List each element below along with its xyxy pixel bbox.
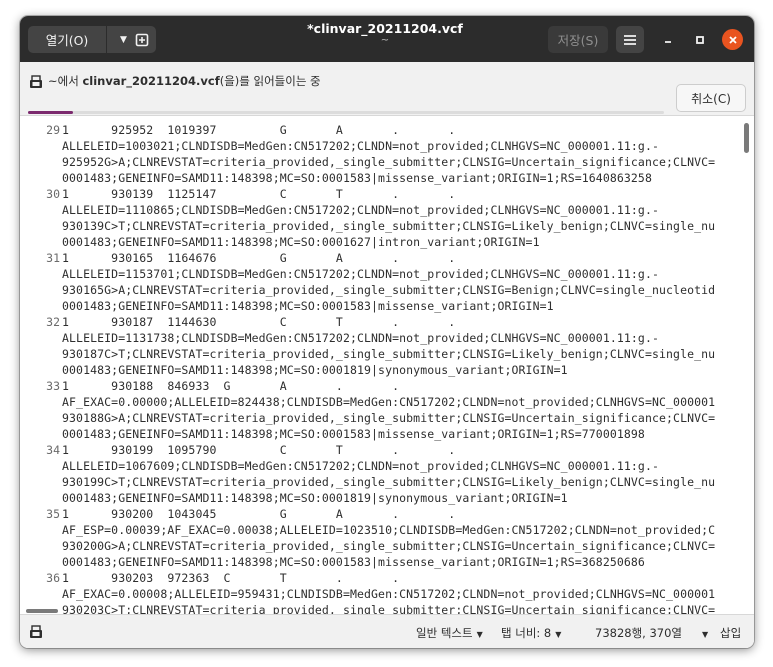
hamburger-menu-button[interactable]: [616, 26, 644, 53]
text-line[interactable]: 925952G>A;CLNREVSTAT=criteria_provided,_…: [62, 155, 715, 169]
text-line[interactable]: 0001483;GENEINFO=SAMD11:148398;MC=SO:000…: [62, 299, 554, 313]
insert-mode-indicator[interactable]: 삽입: [720, 625, 741, 641]
text-line[interactable]: 930165G>A;CLNREVSTAT=criteria_provided,_…: [62, 283, 715, 297]
line-number: 31: [46, 251, 60, 265]
document-status-icon: [30, 625, 42, 638]
cursor-position[interactable]: 73828행, 370열 ▼: [595, 625, 708, 641]
loading-message-prefix: ~에서: [48, 74, 83, 88]
text-line[interactable]: 0001483;GENEINFO=SAMD11:148398;MC=SO:000…: [62, 171, 652, 185]
text-line[interactable]: 1 930165 1164676 G A . .: [62, 251, 455, 265]
text-line[interactable]: ALLELEID=1110865;CLNDISDB=MedGen:CN51720…: [62, 203, 659, 217]
gedit-window: 열기(O) ▼ *clinvar_20211204.vcf ~ 저장(S) ~에…: [20, 16, 754, 648]
text-line[interactable]: 1 930187 1144630 C T . .: [62, 315, 455, 329]
text-line[interactable]: 930203C>T;CLNREVSTAT=criteria_provided,_…: [62, 603, 715, 614]
new-document-icon: [135, 33, 149, 46]
line-number: 36: [46, 571, 60, 585]
window-title: *clinvar_20211204.vcf: [307, 21, 463, 36]
close-button[interactable]: [722, 29, 743, 50]
chevron-down-icon: ▼: [555, 630, 562, 639]
line-number: 34: [46, 443, 60, 457]
maximize-icon: [696, 36, 704, 44]
text-line[interactable]: AF_ESP=0.00039;AF_EXAC=0.00038;ALLELEID=…: [62, 523, 715, 537]
minimize-button[interactable]: [658, 30, 678, 50]
tab-width-label: 탭 너비: 8: [501, 626, 552, 640]
tab-width-selector[interactable]: 탭 너비: 8 ▼: [501, 625, 561, 641]
loading-message: ~에서 clinvar_20211204.vcf(을)를 읽어들이는 중: [48, 73, 321, 89]
text-line[interactable]: ALLELEID=1131738;CLNDISDB=MedGen:CN51720…: [62, 331, 659, 345]
new-document-button[interactable]: [128, 26, 156, 53]
text-line[interactable]: 1 930188 846933 G A . .: [62, 379, 399, 393]
text-line[interactable]: 1 930199 1095790 C T . .: [62, 443, 455, 457]
text-line[interactable]: 930188G>A;CLNREVSTAT=criteria_provided,_…: [62, 411, 715, 425]
line-number-gutter: 293031323334353637: [20, 117, 60, 614]
text-editor-area[interactable]: 293031323334353637 1 925952 1019397 G A …: [20, 117, 754, 614]
header-bar: 열기(O) ▼ *clinvar_20211204.vcf ~ 저장(S): [20, 16, 754, 62]
window-title-area: *clinvar_20211204.vcf ~: [220, 21, 550, 46]
text-line[interactable]: 1 930139 1125147 C T . .: [62, 187, 455, 201]
open-button[interactable]: 열기(O) ▼: [28, 26, 140, 53]
text-line[interactable]: 0001483;GENEINFO=SAMD11:148398;MC=SO:000…: [62, 363, 568, 377]
language-label: 일반 텍스트: [416, 626, 473, 640]
text-line[interactable]: AF_EXAC=0.00008;ALLELEID=959431;CLNDISDB…: [62, 587, 715, 601]
text-line[interactable]: 930139C>T;CLNREVSTAT=criteria_provided,_…: [62, 219, 715, 233]
loading-message-suffix: (을)를 읽어들이는 중: [219, 74, 321, 88]
text-line[interactable]: 1 930200 1043045 G A . .: [62, 507, 455, 521]
line-number: 35: [46, 507, 60, 521]
window-subtitle: ~: [380, 35, 390, 46]
close-icon: [728, 35, 737, 44]
chevron-down-icon: ▼: [476, 630, 483, 639]
text-line[interactable]: 0001483;GENEINFO=SAMD11:148398;MC=SO:000…: [62, 555, 645, 569]
minimize-icon: [665, 41, 671, 43]
text-line[interactable]: 1 930203 972363 C T . .: [62, 571, 399, 585]
text-line[interactable]: ALLELEID=1153701;CLNDISDB=MedGen:CN51720…: [62, 267, 659, 281]
language-selector[interactable]: 일반 텍스트 ▼: [416, 625, 483, 641]
text-line[interactable]: 930187C>T;CLNREVSTAT=criteria_provided,_…: [62, 347, 715, 361]
loading-filename: clinvar_20211204.vcf: [82, 74, 220, 88]
loading-info-bar: ~에서 clinvar_20211204.vcf(을)를 읽어들이는 중 취소(…: [20, 62, 754, 116]
text-line[interactable]: 0001483;GENEINFO=SAMD11:148398;MC=SO:000…: [62, 235, 540, 249]
chevron-down-icon: ▼: [702, 630, 709, 639]
line-number: 33: [46, 379, 60, 393]
hamburger-menu-icon: [624, 34, 636, 45]
loading-progress-fill: [28, 111, 73, 114]
vertical-scrollbar[interactable]: [744, 123, 749, 153]
horizontal-scrollbar[interactable]: [26, 609, 58, 613]
line-number: 29: [46, 123, 60, 137]
cursor-position-label: 73828행, 370열: [595, 626, 683, 640]
text-line[interactable]: 0001483;GENEINFO=SAMD11:148398;MC=SO:000…: [62, 491, 568, 505]
text-content[interactable]: 1 925952 1019397 G A . . ALLELEID=1003021…: [62, 117, 742, 614]
text-line[interactable]: 0001483;GENEINFO=SAMD11:148398;MC=SO:000…: [62, 427, 645, 441]
text-line[interactable]: 930199C>T;CLNREVSTAT=criteria_provided,_…: [62, 475, 715, 489]
text-line[interactable]: 1 925952 1019397 G A . .: [62, 123, 455, 137]
status-bar: 일반 텍스트 ▼ 탭 너비: 8 ▼ 73828행, 370열 ▼ 삽입: [20, 614, 754, 648]
loading-progress-bar: [28, 111, 664, 114]
cancel-loading-button[interactable]: 취소(C): [676, 84, 746, 112]
text-line[interactable]: 930200G>A;CLNREVSTAT=criteria_provided,_…: [62, 539, 715, 553]
maximize-button[interactable]: [690, 30, 710, 50]
text-line[interactable]: AF_EXAC=0.00000;ALLELEID=824438;CLNDISDB…: [62, 395, 715, 409]
document-loading-icon: [30, 75, 42, 88]
open-button-label: 열기(O): [45, 33, 89, 48]
text-line[interactable]: ALLELEID=1067609;CLNDISDB=MedGen:CN51720…: [62, 459, 659, 473]
text-line[interactable]: ALLELEID=1003021;CLNDISDB=MedGen:CN51720…: [62, 139, 659, 153]
line-number: 30: [46, 187, 60, 201]
save-button[interactable]: 저장(S): [548, 26, 608, 53]
line-number: 32: [46, 315, 60, 329]
